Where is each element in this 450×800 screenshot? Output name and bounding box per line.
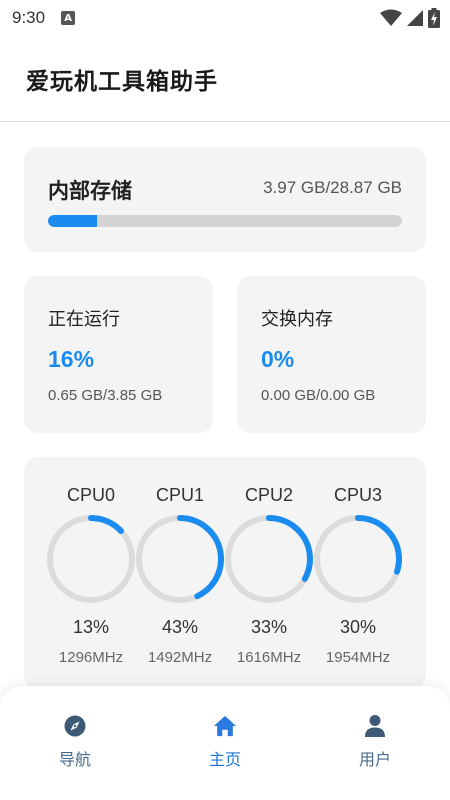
user-icon: [363, 714, 387, 738]
status-left: 9:30 A: [12, 8, 76, 28]
running-memory-percent: 16%: [48, 346, 95, 372]
cpu-frequency: 1492MHz: [147, 649, 213, 666]
storage-progress-fill: [48, 215, 97, 227]
nav-label: 用户: [358, 750, 391, 769]
nav-item-home[interactable]: 主页: [175, 714, 275, 774]
cpu-name: CPU1: [155, 485, 204, 505]
cpu-card[interactable]: CPU0 13% 1296MHz CPU1 43% 1492MHz CPU2 3…: [24, 457, 426, 689]
bottom-nav: 导航 主页 用户: [0, 686, 450, 800]
running-memory-title: 正在运行: [48, 309, 120, 330]
cpu-percent: 43%: [161, 617, 199, 637]
battery-icon: [428, 8, 440, 28]
cpu-frequency: 1296MHz: [58, 649, 124, 666]
storage-title: 内部存储: [48, 179, 132, 203]
cpu-load-ring: [47, 515, 135, 603]
cpu-load-ring: [136, 515, 224, 603]
nav-label: 主页: [208, 750, 241, 769]
app-title: 爱玩机工具箱助手: [26, 68, 218, 95]
app-bar: 爱玩机工具箱助手: [0, 36, 450, 122]
cpu-load-ring: [225, 515, 313, 603]
cpu-percent: 13%: [72, 617, 110, 637]
cpu-column-2: CPU2 33% 1616MHz: [223, 457, 315, 689]
running-memory-card[interactable]: 正在运行 16% 0.65 GB/3.85 GB: [24, 276, 213, 433]
compass-icon: [63, 714, 87, 738]
swap-memory-title: 交换内存: [261, 309, 333, 330]
swap-memory-card[interactable]: 交换内存 0% 0.00 GB/0.00 GB: [237, 276, 426, 433]
signal-icon: [407, 10, 423, 26]
cpu-name: CPU2: [244, 485, 293, 505]
storage-card[interactable]: 内部存储 3.97 GB/28.87 GB: [24, 147, 426, 252]
status-bar: 9:30 A: [0, 0, 450, 36]
cpu-frequency: 1954MHz: [325, 649, 391, 666]
cpu-percent: 33%: [250, 617, 288, 637]
cpu-name: CPU0: [66, 485, 115, 505]
cpu-load-ring: [314, 515, 402, 603]
nav-label: 导航: [58, 750, 91, 769]
status-time: 9:30: [12, 8, 46, 27]
cpu-frequency: 1616MHz: [236, 649, 302, 666]
storage-value: 3.97 GB/28.87 GB: [263, 178, 402, 197]
nav-item-navigation[interactable]: 导航: [25, 714, 125, 774]
cpu-name: CPU3: [333, 485, 382, 505]
cpu-column-3: CPU3 30% 1954MHz: [312, 457, 404, 689]
home-icon: [213, 714, 237, 738]
status-right: [380, 8, 440, 28]
nav-item-user[interactable]: 用户: [325, 714, 425, 774]
running-memory-detail: 0.65 GB/3.85 GB: [48, 387, 163, 404]
cpu-percent: 30%: [339, 617, 377, 637]
cpu-column-0: CPU0 13% 1296MHz: [45, 457, 137, 689]
swap-memory-detail: 0.00 GB/0.00 GB: [261, 387, 376, 404]
swap-memory-percent: 0%: [261, 346, 295, 372]
cpu-column-1: CPU1 43% 1492MHz: [134, 457, 226, 689]
wifi-icon: [380, 9, 402, 26]
a-icon: A: [61, 11, 76, 25]
storage-progress-bar: [48, 215, 402, 227]
